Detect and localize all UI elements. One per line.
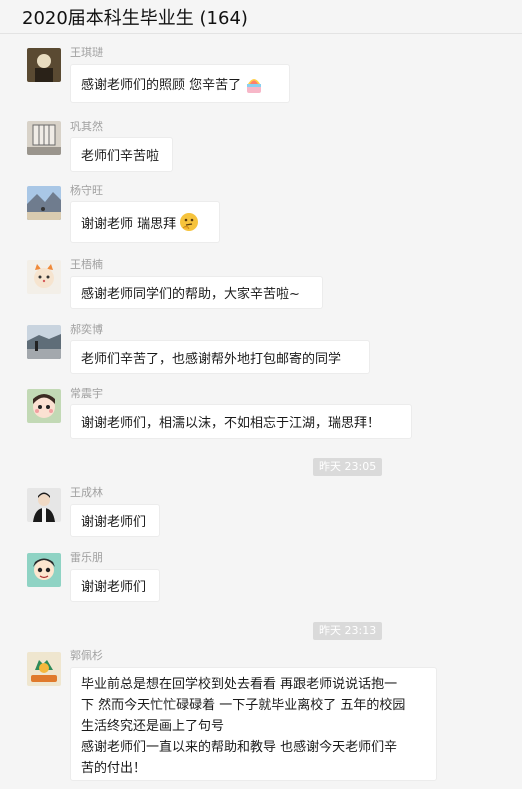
avatar-image <box>27 389 61 423</box>
sender-name: 巩其然 <box>70 120 103 133</box>
chat-title[interactable]: 2020届本科生毕业生 (164) <box>22 4 248 30</box>
message-text: 感谢老师同学们的帮助，大家辛苦啦~ <box>81 287 300 302</box>
sender-name: 杨守旺 <box>70 184 103 197</box>
message-item: 巩其然 老师们辛苦啦 <box>0 118 522 172</box>
message-item: 雷乐朋 谢谢老师们 <box>0 549 522 603</box>
avatar[interactable] <box>27 652 61 686</box>
sender-name: 雷乐朋 <box>70 551 103 564</box>
avatar[interactable] <box>27 488 61 522</box>
avatar-image <box>27 553 61 587</box>
message-text: 感谢老师们的照顾 您辛苦了 <box>81 78 242 93</box>
avatar[interactable] <box>27 553 61 587</box>
message-text-line: 毕业前总是想在回学校到处去看看 再跟老师说说话抱一 <box>81 677 398 692</box>
message-text: 老师们辛苦了，也感谢帮外地打包邮寄的同学 <box>81 351 342 367</box>
avatar[interactable] <box>27 186 61 220</box>
chat-header: 2020届本科生毕业生 (164) <box>0 0 522 34</box>
timestamp: 昨天 23:13 <box>313 622 383 640</box>
avatar-image <box>27 325 61 359</box>
message-bubble[interactable]: 感谢老师们的照顾 您辛苦了 <box>70 64 290 103</box>
message-text: 谢谢老师们 <box>81 515 147 530</box>
message-text-line: 下 然而今天忙忙碌碌着 一下子就毕业离校了 五年的校园 <box>81 698 406 713</box>
message-bubble[interactable]: 老师们辛苦了，也感谢帮外地打包邮寄的同学 <box>70 340 370 374</box>
message-text-line: 苦的付出！ <box>81 761 147 776</box>
message-text: 谢谢老师们，相濡以沫，不如相忘于江湖，瑞思拜！ <box>81 416 381 431</box>
message-text-line: 感谢老师们一直以来的帮助和教导 也感谢今天老师们辛 <box>81 740 398 755</box>
message-bubble[interactable]: 毕业前总是想在回学校到处去看看 再跟老师说说话抱一 下 然而今天忙忙碌碌着 一下… <box>70 667 437 781</box>
avatar[interactable] <box>27 121 61 155</box>
message-text-line: 生活终究还是画上了句号 <box>81 719 225 734</box>
avatar[interactable] <box>27 48 61 82</box>
sender-name: 王琪琎 <box>70 46 103 59</box>
sender-name: 郝奕博 <box>70 323 103 336</box>
rainbow-cake-emoji <box>243 73 265 95</box>
message-text: 老师们辛苦啦 <box>81 149 160 164</box>
message-item: 郝奕博 老师们辛苦了，也感谢帮外地打包邮寄的同学 <box>0 321 522 375</box>
avatar-image <box>27 488 61 522</box>
avatar[interactable] <box>27 260 61 294</box>
message-item: 杨守旺 谢谢老师 瑞思拜 <box>0 182 522 244</box>
sender-name: 郭佩杉 <box>70 649 103 662</box>
sender-name: 王成林 <box>70 486 103 499</box>
message-bubble[interactable]: 感谢老师同学们的帮助，大家辛苦啦~ <box>70 276 323 309</box>
message-item: 王梧楠 感谢老师同学们的帮助，大家辛苦啦~ <box>0 256 522 310</box>
thinking-face-emoji <box>178 211 200 233</box>
avatar-image <box>27 48 61 82</box>
avatar-image <box>27 260 61 294</box>
message-text: 谢谢老师们 <box>81 580 147 595</box>
message-bubble[interactable]: 老师们辛苦啦 <box>70 137 173 172</box>
message-text: 谢谢老师 瑞思拜 <box>81 216 177 232</box>
message-bubble[interactable]: 谢谢老师们 <box>70 569 160 602</box>
sender-name: 王梧楠 <box>70 258 103 271</box>
avatar[interactable] <box>27 325 61 359</box>
message-item: 王琪琎 感谢老师们的照顾 您辛苦了 <box>0 44 522 104</box>
message-bubble[interactable]: 谢谢老师们，相濡以沫，不如相忘于江湖，瑞思拜！ <box>70 404 412 439</box>
message-item: 常震宇 谢谢老师们，相濡以沫，不如相忘于江湖，瑞思拜！ <box>0 385 522 439</box>
avatar-image <box>27 186 61 220</box>
avatar-image <box>27 121 61 155</box>
message-bubble[interactable]: 谢谢老师 瑞思拜 <box>70 201 220 243</box>
message-item: 郭佩杉 毕业前总是想在回学校到处去看看 再跟老师说说话抱一 下 然而今天忙忙碌碌… <box>0 647 522 783</box>
avatar[interactable] <box>27 389 61 423</box>
sender-name: 常震宇 <box>70 387 103 400</box>
avatar-image <box>27 652 61 686</box>
message-item: 王成林 谢谢老师们 <box>0 484 522 538</box>
timestamp: 昨天 23:05 <box>313 458 383 476</box>
message-bubble[interactable]: 谢谢老师们 <box>70 504 160 537</box>
